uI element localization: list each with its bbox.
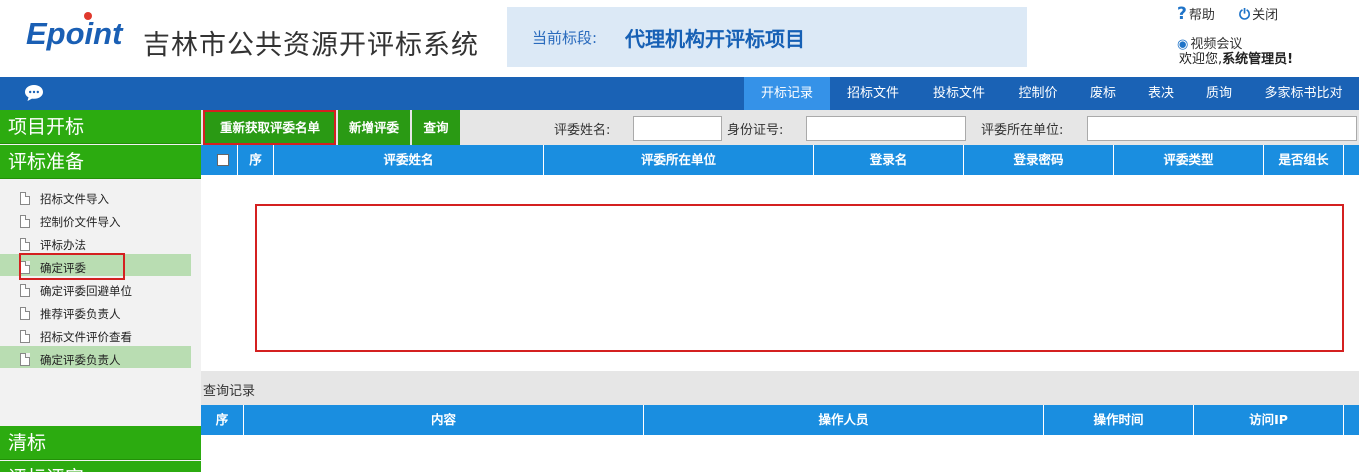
close-label: 关闭	[1252, 8, 1279, 23]
sidebar-item-confirm-leader[interactable]: 确定评委负责人	[20, 349, 121, 371]
tab-multi-bid-comparison[interactable]: 多家标书比对	[1248, 77, 1359, 110]
sidebar-item-tender-doc-review[interactable]: 招标文件评价查看	[20, 326, 132, 348]
sidebar-item-label: 评标办法	[40, 238, 86, 252]
expert-name-input[interactable]	[633, 116, 722, 141]
stage-label: 当前标段:	[532, 29, 598, 47]
sidebar-item-tender-import[interactable]: 招标文件导入	[20, 188, 109, 210]
experts-table-header: 序 评委姓名 评委所在单位 登录名 登录密码 评委类型 是否组长	[201, 145, 1359, 175]
sidebar-item-avoidance-units[interactable]: 确定评委回避单位	[20, 280, 132, 302]
sidebar: 项目开标 评标准备 招标文件导入 控制价文件导入 评标办法 确定评委 确定评委回…	[0, 110, 201, 472]
power-icon: ⏻	[1239, 7, 1251, 23]
welcome-text: 欢迎您,系统管理员!	[1179, 48, 1293, 67]
sidebar-section-evaluation-prep[interactable]: 评标准备	[0, 145, 201, 179]
document-icon	[20, 353, 30, 366]
col-history-operator: 操作人员	[644, 405, 1044, 435]
sidebar-item-label: 控制价文件导入	[40, 215, 121, 229]
tab-invalid-bid[interactable]: 废标	[1074, 77, 1132, 110]
select-all-checkbox[interactable]	[217, 154, 229, 166]
tab-bid-opening-record[interactable]: 开标记录	[744, 77, 830, 110]
question-icon: ?	[1177, 4, 1187, 24]
highlight-confirm-experts	[19, 253, 125, 280]
col-history-content: 内容	[244, 405, 644, 435]
col-index: 序	[238, 145, 274, 175]
tab-vote[interactable]: 表决	[1132, 77, 1190, 110]
help-link[interactable]: ? 帮助	[1177, 4, 1215, 24]
sidebar-item-label: 招标文件导入	[40, 192, 109, 206]
document-icon	[20, 215, 30, 228]
highlight-refetch-button	[203, 110, 336, 145]
expert-name-label: 评委姓名:	[554, 123, 611, 138]
add-expert-button[interactable]: 新增评委	[338, 110, 410, 145]
col-history-index: 序	[201, 405, 244, 435]
close-link[interactable]: ⏻ 关闭	[1239, 4, 1278, 23]
help-label: 帮助	[1188, 8, 1215, 23]
tab-tender-documents[interactable]: 招标文件	[830, 77, 916, 110]
document-icon	[20, 192, 30, 205]
sidebar-section-bid-clearing[interactable]: 清标	[0, 426, 201, 460]
highlight-empty-results	[255, 204, 1344, 352]
query-button[interactable]: 查询	[412, 110, 460, 145]
query-history-title: 查询记录	[203, 384, 256, 399]
app-title: 吉林市公共资源开评标系统	[143, 30, 479, 61]
sidebar-item-control-price-import[interactable]: 控制价文件导入	[20, 211, 121, 233]
toolbar: 重新获取评委名单 新增评委 查询 评委姓名: 身份证号: 评委所在单位:	[201, 110, 1359, 145]
col-history-time: 操作时间	[1044, 405, 1194, 435]
document-icon	[20, 238, 30, 251]
select-all-cell	[201, 145, 238, 175]
chat-bubble-icon[interactable]	[24, 84, 44, 102]
col-expert-name: 评委姓名	[274, 145, 544, 175]
id-number-label: 身份证号:	[727, 123, 784, 138]
document-icon	[20, 330, 30, 343]
stage-value: 代理机构开评标项目	[625, 27, 805, 51]
col-history-ip: 访问IP	[1194, 405, 1344, 435]
document-icon	[20, 284, 30, 297]
user-name: 系统管理员!	[1222, 52, 1294, 67]
sidebar-item-label: 确定评委回避单位	[40, 284, 132, 298]
header: Epoint 吉林市公共资源开评标系统 当前标段: 代理机构开评标项目 ? 帮助 …	[0, 0, 1359, 77]
sidebar-section-bid-opening[interactable]: 项目开标	[0, 110, 201, 144]
expert-unit-label: 评委所在单位:	[981, 123, 1064, 138]
top-nav-bar: 开标记录 招标文件 投标文件 控制价 废标 表决 质询 多家标书比对	[0, 77, 1359, 110]
welcome-prefix: 欢迎您,	[1179, 52, 1223, 67]
sidebar-section-evaluation-review[interactable]: 评标评审	[0, 461, 201, 472]
id-number-input[interactable]	[806, 116, 966, 141]
epoint-logo: Epoint	[26, 16, 123, 51]
current-stage-panel: 当前标段: 代理机构开评标项目	[507, 7, 1027, 67]
sidebar-item-label: 招标文件评价查看	[40, 330, 132, 344]
tab-inquiry[interactable]: 质询	[1190, 77, 1248, 110]
tab-bid-documents[interactable]: 投标文件	[916, 77, 1002, 110]
col-expert-type: 评委类型	[1114, 145, 1264, 175]
sidebar-item-label: 推荐评委负责人	[40, 307, 121, 321]
history-table-header: 序 内容 操作人员 操作时间 访问IP	[201, 405, 1359, 435]
col-is-leader: 是否组长	[1264, 145, 1344, 175]
col-login-password: 登录密码	[964, 145, 1114, 175]
tab-control-price[interactable]: 控制价	[1002, 77, 1074, 110]
query-history-bar: 查询记录	[201, 371, 1359, 405]
col-expert-unit: 评委所在单位	[544, 145, 814, 175]
expert-unit-input[interactable]	[1087, 116, 1357, 141]
logo-dot-icon	[84, 12, 92, 20]
col-login-name: 登录名	[814, 145, 964, 175]
sidebar-item-label: 确定评委负责人	[40, 353, 121, 367]
document-icon	[20, 307, 30, 320]
sidebar-item-recommend-leader[interactable]: 推荐评委负责人	[20, 303, 121, 325]
